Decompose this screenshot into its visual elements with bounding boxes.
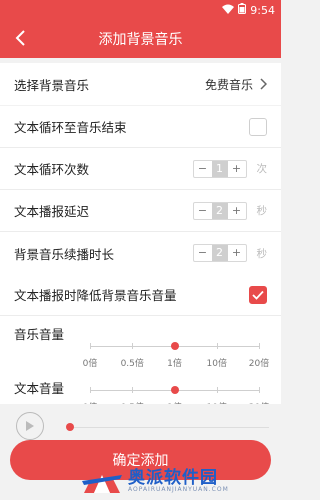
broadcast-delay-increment-button[interactable]: +	[228, 203, 246, 219]
preview-progress-track[interactable]	[70, 427, 269, 428]
text-volume-knob[interactable]	[170, 386, 179, 394]
scale-label: 1倍	[167, 359, 182, 369]
loop-count-increment-button[interactable]: +	[228, 161, 246, 177]
music-select-section: 选择背景音乐 免费音乐	[0, 63, 281, 105]
wifi-icon	[222, 4, 235, 17]
text-volume-slider[interactable]: 0倍 0.5倍 1倍 10倍 20倍	[83, 386, 269, 413]
bgm-extend-decrement-button[interactable]: −	[194, 245, 212, 261]
music-select-value: 免费音乐	[204, 77, 253, 92]
bgm-extend-label: 背景音乐续播时长	[14, 246, 115, 262]
scale-label: 10倍	[206, 359, 227, 369]
scale-label: 0.5倍	[120, 359, 144, 369]
back-arrow-icon	[15, 30, 25, 46]
slider-tick	[216, 343, 218, 349]
lower-bgm-checkbox[interactable]	[249, 285, 267, 304]
lower-bgm-row: 文本播报时降低背景音乐音量	[0, 274, 281, 316]
volume-section: 文本播报时降低背景音乐音量 音乐音量 0倍 0.5倍 1倍 10倍 20倍 文本…	[0, 274, 281, 424]
slider-tick	[132, 387, 134, 393]
scale-label: 0倍	[82, 359, 98, 369]
loop-count-decrement-button[interactable]: −	[194, 161, 212, 177]
back-button[interactable]	[8, 26, 32, 50]
slider-tick	[259, 343, 260, 349]
slider-tick	[216, 387, 218, 393]
bgm-extend-stepper: − 2 +	[192, 244, 247, 262]
loop-count-label: 文本循环次数	[14, 162, 90, 177]
bgm-extend-increment-button[interactable]: +	[228, 245, 246, 261]
play-icon	[26, 421, 34, 431]
app-bar: 添加背景音乐	[0, 20, 281, 58]
loop-count-row: 文本循环次数 − 1 + 次	[0, 148, 281, 190]
bgm-extend-row: 背景音乐续播时长 − 2 + 秒	[0, 232, 281, 274]
bgm-extend-unit: 秒	[256, 247, 268, 260]
music-volume-knob[interactable]	[170, 342, 179, 350]
chevron-right-icon	[260, 78, 267, 90]
broadcast-delay-row: 文本播报延迟 − 2 + 秒	[0, 190, 281, 232]
broadcast-delay-stepper: − 2 +	[192, 201, 247, 220]
lower-bgm-label: 文本播报时降低背景音乐音量	[14, 288, 177, 303]
watermark-logo-icon	[82, 457, 122, 493]
slider-tick	[132, 343, 134, 349]
status-time: 9:54	[250, 3, 275, 17]
battery-icon	[238, 3, 247, 17]
broadcast-delay-unit: 秒	[256, 205, 268, 217]
loop-until-end-checkbox[interactable]	[249, 117, 267, 136]
slider-tick	[90, 343, 91, 349]
music-volume-slider[interactable]: 0倍 0.5倍 1倍 10倍 20倍	[83, 342, 269, 369]
watermark-subtext: AOPAIRUANJIANYUAN.COM	[128, 486, 229, 493]
music-volume-row: 音乐音量 0倍 0.5倍 1倍 10倍 20倍	[0, 316, 281, 370]
watermark: 奥派软件园 AOPAIRUANJIANYUAN.COM	[80, 450, 280, 500]
watermark-text: 奥派软件园	[128, 467, 218, 488]
scale-label: 20倍	[248, 359, 270, 369]
slider-tick	[259, 387, 260, 393]
page-title: 添加背景音乐	[98, 32, 183, 48]
loop-count-unit: 次	[256, 163, 268, 175]
loop-until-end-label: 文本循环至音乐结束	[14, 120, 127, 135]
play-button[interactable]	[16, 412, 44, 440]
loop-count-stepper: − 1 +	[192, 159, 247, 178]
checkmark-icon	[252, 290, 264, 300]
loop-until-end-row: 文本循环至音乐结束	[0, 106, 281, 148]
music-select-row[interactable]: 选择背景音乐 免费音乐	[0, 63, 281, 105]
slider-tick	[90, 387, 91, 393]
music-select-label: 选择背景音乐	[14, 77, 90, 93]
status-bar: 9:54	[0, 0, 281, 20]
broadcast-delay-decrement-button[interactable]: −	[194, 203, 212, 219]
text-volume-label: 文本音量	[14, 381, 65, 396]
broadcast-delay-value: 2	[211, 202, 228, 219]
broadcast-delay-label: 文本播报延迟	[14, 204, 90, 219]
loop-settings-section: 文本循环至音乐结束 文本循环次数 − 1 + 次 文本播报延迟 − 2 + 秒 …	[0, 106, 281, 274]
preview-progress-knob[interactable]	[66, 423, 74, 431]
bgm-extend-value: 2	[211, 245, 228, 261]
loop-count-value: 1	[211, 160, 228, 177]
music-volume-label: 音乐音量	[14, 327, 65, 342]
